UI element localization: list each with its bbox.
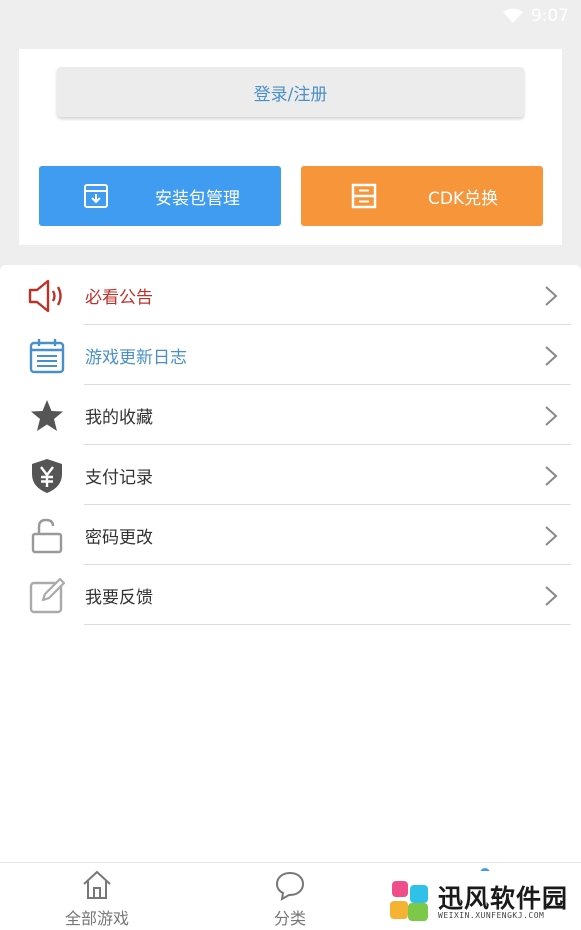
menu-item-update-log[interactable]: 游戏更新日志	[0, 325, 581, 385]
package-manager-button[interactable]: 安装包管理	[39, 166, 281, 226]
watermark-logo-icon	[390, 881, 428, 921]
menu-item-label: 我的收藏	[85, 407, 153, 428]
watermark: 迅风软件园 WEIXIN.XUNFENGKJ.COM	[382, 871, 581, 930]
status-bar: 9:07	[0, 0, 581, 32]
chevron-right-icon	[545, 586, 558, 606]
chat-bubble-icon	[275, 871, 305, 901]
watermark-title: 迅风软件园	[438, 884, 569, 913]
card-icon	[351, 183, 377, 209]
wifi-icon	[502, 8, 523, 23]
account-card: 登录/注册 安装包管理 CDK兑换	[19, 49, 562, 245]
menu-item-payment-records[interactable]: 支付记录	[0, 445, 581, 505]
status-time: 9:07	[530, 6, 569, 26]
star-icon	[31, 400, 63, 431]
menu-item-label: 游戏更新日志	[85, 347, 187, 368]
chevron-right-icon	[545, 526, 558, 546]
yuan-shield-icon	[32, 459, 62, 493]
chevron-right-icon	[545, 286, 558, 306]
tab-label: 全部游戏	[64, 909, 129, 928]
chevron-right-icon	[545, 346, 558, 366]
menu-item-label: 我要反馈	[85, 587, 153, 608]
watermark-subtitle: WEIXIN.XUNFENGKJ.COM	[438, 911, 545, 920]
menu-item-label: 密码更改	[85, 527, 153, 548]
edit-icon	[29, 578, 66, 614]
menu-item-label: 支付记录	[85, 467, 153, 488]
menu-item-announcement[interactable]: 必看公告	[0, 265, 581, 325]
menu-item-label: 必看公告	[85, 287, 153, 308]
tab-label: 分类	[273, 909, 306, 928]
menu-list: 必看公告 游戏更新日志 我的收藏 支付记录 密码更改 我要反馈	[0, 265, 581, 862]
chevron-right-icon	[545, 406, 558, 426]
tab-categories[interactable]: 分类	[230, 863, 350, 930]
calendar-icon	[29, 339, 65, 374]
divider	[84, 624, 571, 625]
cdk-redeem-button[interactable]: CDK兑换	[301, 166, 543, 226]
download-box-icon	[84, 184, 108, 208]
speaker-icon	[28, 279, 62, 313]
menu-item-favorites[interactable]: 我的收藏	[0, 385, 581, 445]
menu-item-feedback[interactable]: 我要反馈	[0, 565, 581, 625]
home-icon	[83, 870, 111, 899]
menu-item-change-password[interactable]: 密码更改	[0, 505, 581, 565]
chevron-right-icon	[545, 466, 558, 486]
login-register-button[interactable]: 登录/注册	[57, 67, 524, 117]
package-manager-label: 安装包管理	[155, 188, 240, 209]
cdk-redeem-label: CDK兑换	[428, 188, 499, 209]
unlock-icon	[31, 518, 63, 554]
tab-all-games[interactable]: 全部游戏	[37, 863, 157, 930]
